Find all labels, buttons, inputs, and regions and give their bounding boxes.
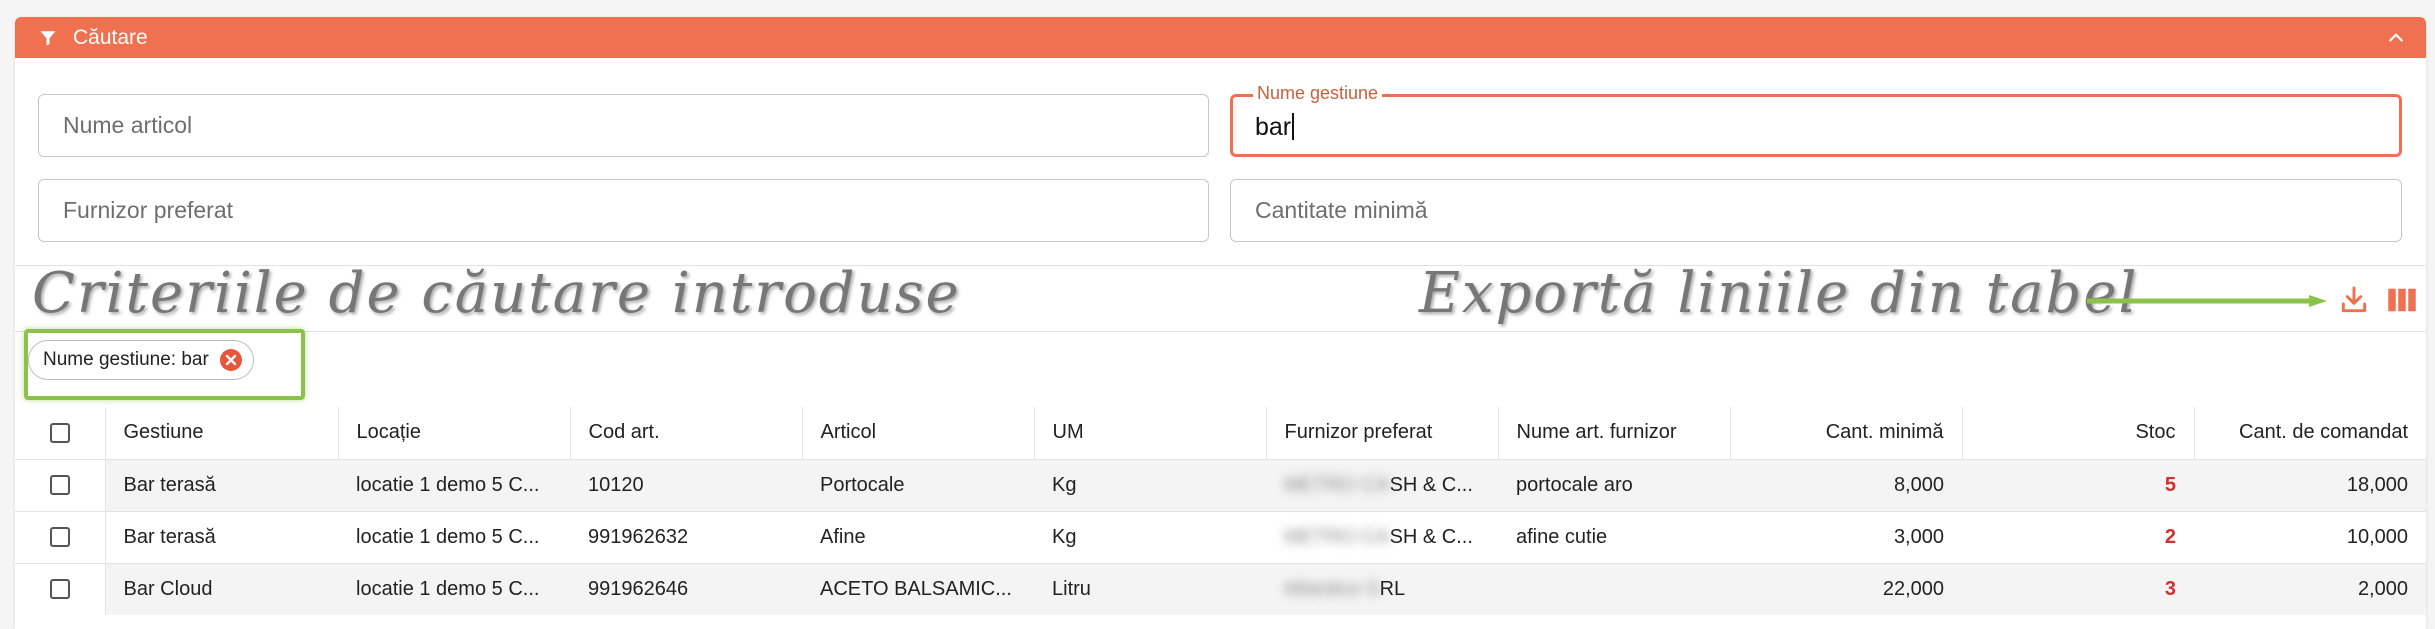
furnizor-preferat-placeholder: Furnizor preferat	[63, 197, 234, 223]
locatie-cell: locatie 1 demo 5 C...	[338, 459, 570, 511]
column-header[interactable]: Cant. minimă	[1730, 407, 1963, 459]
nume-art-furnizor-cell	[1498, 563, 1730, 615]
chevron-up-icon[interactable]	[2386, 28, 2406, 48]
gestiune-cell: Bar Cloud	[105, 563, 338, 615]
columns-icon[interactable]	[2387, 286, 2417, 314]
articol-cell: Afine	[802, 511, 1034, 563]
furnizor-text: SH & C...	[1389, 525, 1473, 548]
stoc-cell: 3	[1962, 563, 2194, 615]
column-header[interactable]: Locație	[338, 407, 571, 459]
row-select-cell	[15, 459, 106, 511]
cant-comandat-cell: 2,000	[2194, 563, 2426, 615]
filter-chip: Nume gestiune: bar	[28, 340, 254, 380]
gestiune-cell: Bar terasă	[105, 459, 338, 511]
articol-cell: Portocale	[802, 459, 1034, 511]
cod-cell: 10120	[570, 459, 802, 511]
cant-minima-cell: 3,000	[1730, 511, 1962, 563]
column-header[interactable]: Articol	[802, 407, 1035, 459]
select-all-checkbox[interactable]	[49, 422, 70, 443]
cantitate-minima-field[interactable]: Cantitate minimă	[1230, 179, 2402, 242]
redacted-text: METRO CA	[1284, 525, 1390, 548]
divider	[15, 331, 2426, 332]
cantitate-minima-placeholder: Cantitate minimă	[1255, 197, 1428, 223]
column-header[interactable]: Furnizor preferat	[1266, 407, 1499, 459]
row-checkbox[interactable]	[49, 579, 70, 600]
export-annotation: Exportă liniile din tabel	[1419, 261, 2139, 326]
text-caret	[1292, 113, 1295, 140]
nume-art-furnizor-cell: portocale aro	[1498, 459, 1730, 511]
results-table: Gestiune Locație Cod art. Articol UM Fur…	[15, 407, 2426, 615]
search-header[interactable]: Căutare	[15, 17, 2426, 58]
criteria-annotation: Criteriile de căutare introduse	[32, 261, 961, 326]
furnizor-text: RL	[1379, 577, 1406, 600]
cod-cell: 991962632	[570, 511, 802, 563]
filter-chip-label: Nume gestiune: bar	[43, 349, 209, 370]
download-icon[interactable]	[2338, 284, 2370, 316]
search-panel: Căutare Nume articol Nume gestiune bar F…	[15, 17, 2426, 629]
table-row[interactable]: Bar terasă locatie 1 demo 5 C... 10120 P…	[15, 459, 2426, 511]
furnizor-preferat-field[interactable]: Furnizor preferat	[38, 179, 1209, 242]
furnizor-cell: Atlantico SRL	[1266, 563, 1498, 615]
furnizor-text: SH & C...	[1389, 473, 1473, 496]
row-select-cell	[15, 511, 106, 563]
row-checkbox[interactable]	[49, 475, 70, 496]
cant-minima-cell: 22,000	[1730, 563, 1962, 615]
cant-comandat-cell: 18,000	[2194, 459, 2426, 511]
nume-gestiune-label: Nume gestiune	[1253, 83, 1383, 104]
cant-comandat-cell: 10,000	[2194, 511, 2426, 563]
locatie-cell: locatie 1 demo 5 C...	[338, 511, 570, 563]
filter-icon	[40, 31, 56, 46]
column-header[interactable]: Stoc	[1962, 407, 2195, 459]
nume-gestiune-value: bar	[1255, 113, 1295, 142]
nume-articol-field[interactable]: Nume articol	[38, 94, 1209, 157]
nume-art-furnizor-cell: afine cutie	[1498, 511, 1730, 563]
close-icon[interactable]	[219, 348, 243, 372]
annotation-arrow	[2087, 295, 2327, 307]
row-select-cell	[15, 563, 106, 615]
articol-cell: ACETO BALSAMIC...	[802, 563, 1034, 615]
um-cell: Kg	[1034, 511, 1266, 563]
row-checkbox[interactable]	[49, 527, 70, 548]
column-header[interactable]: Cod art.	[570, 407, 803, 459]
furnizor-cell: METRO CASH & C...	[1266, 511, 1498, 563]
cant-minima-cell: 8,000	[1730, 459, 1962, 511]
column-header[interactable]: Nume art. furnizor	[1498, 407, 1731, 459]
column-header[interactable]: Cant. de comandat	[2194, 407, 2426, 459]
select-all-cell	[15, 407, 106, 459]
column-header[interactable]: UM	[1034, 407, 1267, 459]
cod-cell: 991962646	[570, 563, 802, 615]
locatie-cell: locatie 1 demo 5 C...	[338, 563, 570, 615]
um-cell: Litru	[1034, 563, 1266, 615]
gestiune-cell: Bar terasă	[105, 511, 338, 563]
um-cell: Kg	[1034, 459, 1266, 511]
nume-articol-placeholder: Nume articol	[63, 112, 193, 138]
table-row[interactable]: Bar terasă locatie 1 demo 5 C... 9919626…	[15, 511, 2426, 563]
table-header-row: Gestiune Locație Cod art. Articol UM Fur…	[15, 407, 2426, 459]
redacted-text: Atlantico S	[1284, 577, 1380, 600]
redacted-text: METRO CA	[1284, 473, 1390, 496]
nume-gestiune-field[interactable]: Nume gestiune bar	[1230, 83, 2402, 157]
furnizor-cell: METRO CASH & C...	[1266, 459, 1498, 511]
table-row[interactable]: Bar Cloud locatie 1 demo 5 C... 99196264…	[15, 563, 2426, 615]
column-header[interactable]: Gestiune	[105, 407, 339, 459]
search-title: Căutare	[73, 26, 148, 49]
stoc-cell: 5	[1962, 459, 2194, 511]
stoc-cell: 2	[1962, 511, 2194, 563]
